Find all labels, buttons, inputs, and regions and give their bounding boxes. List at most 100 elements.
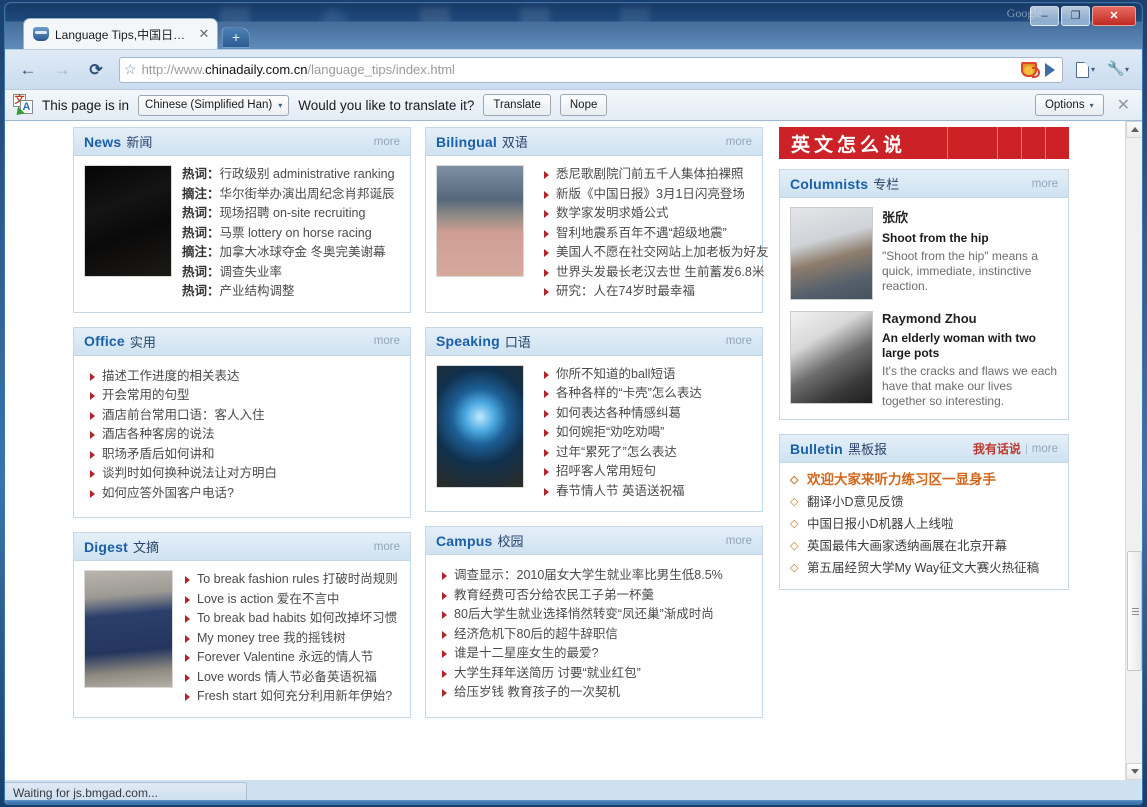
list-item[interactable]: 描述工作进度的相关表达 <box>88 367 400 387</box>
section-more-link[interactable]: more <box>374 541 400 553</box>
list-item[interactable]: 新版《中国日报》3月1日闪亮登场 <box>542 185 769 205</box>
list-item[interactable]: 酒店各种客房的说法 <box>88 425 400 445</box>
list-item[interactable]: 酒店前台常用口语：客人入住 <box>88 406 400 426</box>
maximize-button[interactable]: ❐ <box>1061 6 1090 26</box>
scroll-up-button[interactable] <box>1126 121 1142 138</box>
list-item[interactable]: 智利地震系百年不遇“超级地震” <box>542 224 769 244</box>
list-item[interactable]: 如何应答外国客户电话? <box>88 484 400 504</box>
section-more-link[interactable]: more <box>1032 178 1058 190</box>
list-item[interactable]: 热词：现场招聘 on-site recruiting <box>182 204 400 224</box>
list-item[interactable]: 热词：行政级别 administrative ranking <box>182 165 400 185</box>
browser-tab[interactable]: Language Tips,中国日报... ✕ <box>23 18 218 49</box>
columnist-avatar[interactable] <box>790 311 873 404</box>
section-more-link[interactable]: more <box>374 335 400 347</box>
news-thumbnail[interactable] <box>84 165 172 277</box>
columnist-text: Raymond Zhou An elderly woman with two l… <box>882 311 1058 409</box>
close-window-button[interactable]: ✕ <box>1092 6 1136 26</box>
list-item[interactable]: 美国人不愿在社交网站上加老板为好友 <box>542 243 769 263</box>
columnist-headline[interactable]: Shoot from the hip <box>882 231 1058 246</box>
list-item[interactable]: Forever Valentine 永远的情人节 <box>183 648 400 668</box>
list-item[interactable]: 热词：调查失业率 <box>182 263 400 283</box>
address-bar[interactable]: ☆ http://www.chinadaily.com.cn/language_… <box>119 56 1063 83</box>
list-item[interactable]: 第五届经贸大学My Way征文大赛火热征稿 <box>790 557 1058 579</box>
scroll-down-button[interactable] <box>1126 763 1142 780</box>
nope-button[interactable]: Nope <box>559 94 608 116</box>
list-item[interactable]: 悉尼歌剧院门前五千人集体拍裸照 <box>542 165 769 185</box>
play-icon[interactable] <box>1044 62 1055 77</box>
page-content: News 新闻 more 热词：行政级别 administrative rank… <box>5 121 1125 780</box>
red-banner-title: 英文怎么说 <box>791 135 907 156</box>
translate-button[interactable]: Translate <box>483 94 551 116</box>
forward-button[interactable]: → <box>47 57 77 83</box>
list-item[interactable]: 热词：产业结构调整 <box>182 282 400 302</box>
translate-options-button[interactable]: Options ▾ <box>1034 94 1104 116</box>
back-button[interactable]: ← <box>13 57 43 83</box>
list-item[interactable]: 教育经费可否分给农民工子弟一杯羹 <box>440 586 752 606</box>
bulletin-header-links: 我有话说 | more <box>973 440 1058 457</box>
list-item[interactable]: 80后大学生就业选择悄然转变“凤还巢”渐成时尚 <box>440 605 752 625</box>
item-label: 摘注： <box>182 245 220 259</box>
list-item[interactable]: 翻译小D意见反馈 <box>790 491 1058 513</box>
coffee-cup-icon[interactable] <box>1020 62 1040 78</box>
list-item[interactable]: 研究：人在74岁时最幸福 <box>542 282 769 302</box>
list-item[interactable]: Fresh start 如何充分利用新年伊始? <box>183 687 400 707</box>
list-item[interactable]: To break bad habits 如何改掉坏习惯 <box>183 609 400 629</box>
list-item[interactable]: 大学生拜年送简历 讨要“就业红包” <box>440 664 752 684</box>
minimize-button[interactable]: – <box>1030 6 1059 26</box>
list-item[interactable]: 世界头发最长老汉去世 生前蓄发6.8米 <box>542 263 769 283</box>
bulletin-speak-link[interactable]: 我有话说 <box>973 440 1021 457</box>
new-tab-button[interactable]: + <box>222 27 250 48</box>
list-item[interactable]: 如何表达各种情感纠葛 <box>542 404 752 424</box>
list-item[interactable]: 谁是十二星座女生的最爱? <box>440 644 752 664</box>
columnist-avatar[interactable] <box>790 207 873 300</box>
wrench-menu-button[interactable]: ▾ <box>1102 57 1134 83</box>
list-item[interactable]: 过年“累死了”怎么表达 <box>542 443 752 463</box>
list-item[interactable]: 谈判时如何换种说法让对方明白 <box>88 464 400 484</box>
page-menu-button[interactable]: ▾ <box>1071 57 1100 83</box>
item-text: 产业结构调整 <box>219 284 295 298</box>
list-item[interactable]: 数学家发明求婚公式 <box>542 204 769 224</box>
section-title-cn: 黑板报 <box>847 442 887 457</box>
list-item[interactable]: 经济危机下80后的超牛辞职信 <box>440 625 752 645</box>
office-list: 描述工作进度的相关表达 开会常用的句型 酒店前台常用口语：客人入住 酒店各种客房… <box>84 367 400 504</box>
list-item[interactable]: 招呼客人常用短句 <box>542 462 752 482</box>
list-item[interactable]: 中国日报小D机器人上线啦 <box>790 513 1058 535</box>
list-item[interactable]: 调查显示：2010届女大学生就业率比男生低8.5% <box>440 566 752 586</box>
close-infobar-icon[interactable]: ✕ <box>1113 95 1134 115</box>
bulletin-separator: | <box>1024 442 1028 455</box>
reload-button[interactable]: ⟳ <box>81 57 111 83</box>
list-item[interactable]: 欢迎大家来听力练习区一显身手 <box>790 469 1058 491</box>
list-item[interactable]: 摘注：华尔街举办演出周纪念肖邦诞辰 <box>182 185 400 205</box>
section-more-link[interactable]: more <box>726 335 752 347</box>
close-tab-icon[interactable]: ✕ <box>197 27 211 40</box>
section-more-link[interactable]: more <box>726 136 752 148</box>
list-item[interactable]: 春节情人节 英语送祝福 <box>542 482 752 502</box>
source-language-select[interactable]: Chinese (Simplified Han) ▾ <box>138 94 290 116</box>
column-left: News 新闻 more 热词：行政级别 administrative rank… <box>73 127 411 732</box>
item-label: 热词： <box>182 167 220 181</box>
speaking-thumbnail[interactable] <box>436 364 524 488</box>
scrollbar-thumb[interactable] <box>1127 551 1142 671</box>
list-item[interactable]: To break fashion rules 打破时尚规则 <box>183 570 400 590</box>
columnist-headline[interactable]: An elderly woman with two large pots <box>882 331 1058 361</box>
list-item[interactable]: Love is action 爱在不言中 <box>183 590 400 610</box>
digest-thumbnail[interactable] <box>84 570 173 688</box>
digest-list: To break fashion rules 打破时尚规则 Love is ac… <box>183 570 400 707</box>
list-item[interactable]: 开会常用的句型 <box>88 386 400 406</box>
list-item[interactable]: Love words 情人节必备英语祝福 <box>183 668 400 688</box>
list-item[interactable]: 摘注：加拿大冰球夺金 冬奥完美谢幕 <box>182 243 400 263</box>
list-item[interactable]: 职场矛盾后如何讲和 <box>88 445 400 465</box>
bilingual-thumbnail[interactable] <box>436 165 524 277</box>
list-item[interactable]: 各种各样的“卡壳”怎么表达 <box>542 384 752 404</box>
list-item[interactable]: 你所不知道的ball短语 <box>542 365 752 385</box>
bookmark-star-icon[interactable]: ☆ <box>124 61 137 78</box>
list-item[interactable]: My money tree 我的摇钱树 <box>183 629 400 649</box>
list-item[interactable]: 英国最伟大画家透纳画展在北京开幕 <box>790 535 1058 557</box>
page-scrollbar[interactable] <box>1125 121 1142 780</box>
list-item[interactable]: 热词：马票 lottery on horse racing <box>182 224 400 244</box>
list-item[interactable]: 给压岁钱 教育孩子的一次契机 <box>440 683 752 703</box>
list-item[interactable]: 如何婉拒“劝吃劝喝” <box>542 423 752 443</box>
section-more-link[interactable]: more <box>374 136 400 148</box>
section-more-link[interactable]: more <box>1032 443 1058 455</box>
section-more-link[interactable]: more <box>726 535 752 547</box>
